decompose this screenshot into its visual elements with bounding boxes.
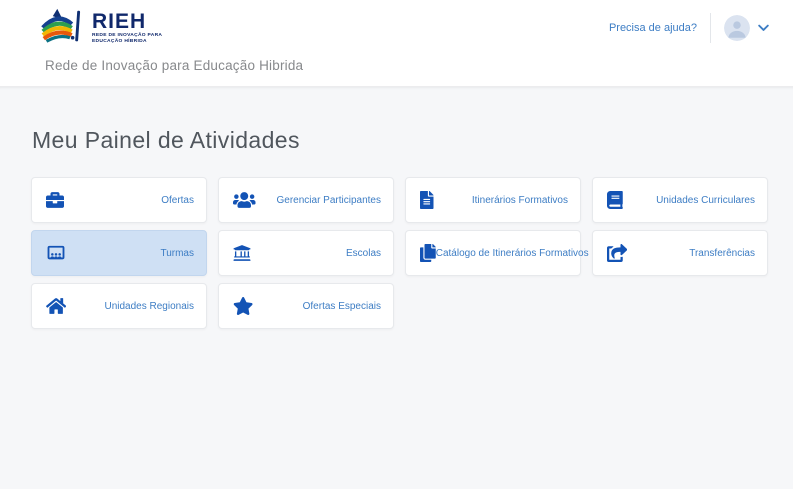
avatar[interactable] bbox=[724, 15, 750, 41]
card-label: Ofertas Especiais bbox=[303, 301, 381, 312]
book-icon bbox=[607, 191, 623, 209]
cards-grid: Ofertas Gerenciar Participantes Itinerário… bbox=[31, 177, 768, 329]
page-title: Meu Painel de Atividades bbox=[31, 87, 768, 177]
bank-icon bbox=[233, 244, 251, 262]
classroom-icon bbox=[46, 243, 66, 263]
briefcase-icon bbox=[46, 191, 64, 209]
rieh-logo[interactable]: RIEH REDE DE INOVAÇÃO PARA EDUCAÇÃO HÍBR… bbox=[32, 8, 162, 49]
header-divider bbox=[710, 13, 711, 43]
card-label: Turmas bbox=[160, 248, 194, 259]
main-content: Meu Painel de Atividades Ofertas Gerencia… bbox=[0, 86, 793, 489]
star-icon bbox=[233, 297, 253, 315]
topbar-right: Precisa de ajuda? bbox=[609, 13, 769, 43]
subheader: Rede de Inovação para Educação Hibrida bbox=[0, 56, 793, 86]
card-gerenciar-participantes[interactable]: Gerenciar Participantes bbox=[218, 177, 394, 223]
logo-tagline-1: REDE DE INOVAÇÃO PARA bbox=[92, 34, 162, 39]
card-label: Ofertas bbox=[161, 195, 194, 206]
share-icon bbox=[607, 244, 627, 262]
card-label: Unidades Curriculares bbox=[656, 195, 755, 206]
app-subtitle: Rede de Inovação para Educação Hibrida bbox=[45, 58, 303, 73]
copy-icon bbox=[420, 244, 436, 262]
card-escolas[interactable]: Escolas bbox=[218, 230, 394, 276]
topbar: RIEH REDE DE INOVAÇÃO PARA EDUCAÇÃO HÍBR… bbox=[0, 0, 793, 56]
card-itinerarios-formativos[interactable]: Itinerários Formativos bbox=[405, 177, 581, 223]
card-unidades-curriculares[interactable]: Unidades Curriculares bbox=[592, 177, 768, 223]
user-icon bbox=[724, 15, 750, 41]
card-label: Transferências bbox=[689, 248, 755, 259]
card-unidades-regionais[interactable]: Unidades Regionais bbox=[31, 283, 207, 329]
card-label: Gerenciar Participantes bbox=[277, 195, 382, 206]
home-icon bbox=[46, 297, 66, 315]
logo-title: RIEH bbox=[92, 11, 162, 32]
card-label: Escolas bbox=[346, 248, 381, 259]
card-ofertas-especiais[interactable]: Ofertas Especiais bbox=[218, 283, 394, 329]
help-link[interactable]: Precisa de ajuda? bbox=[609, 22, 697, 34]
users-icon bbox=[233, 191, 256, 209]
card-label: Unidades Regionais bbox=[104, 301, 194, 312]
card-transferencias[interactable]: Transferências bbox=[592, 230, 768, 276]
logo-book-icon bbox=[32, 8, 88, 49]
card-turmas[interactable]: Turmas bbox=[31, 230, 207, 276]
chevron-down-icon[interactable] bbox=[758, 24, 769, 32]
file-lines-icon bbox=[420, 191, 434, 209]
card-ofertas[interactable]: Ofertas bbox=[31, 177, 207, 223]
card-label: Itinerários Formativos bbox=[472, 195, 568, 206]
card-catalogo-de-itinerarios-formativos[interactable]: Catálogo de Itinerários Formativos bbox=[405, 230, 581, 276]
logo-tagline-2: EDUCAÇÃO HÍBRIDA bbox=[92, 40, 162, 45]
card-label: Catálogo de Itinerários Formativos bbox=[436, 248, 589, 259]
